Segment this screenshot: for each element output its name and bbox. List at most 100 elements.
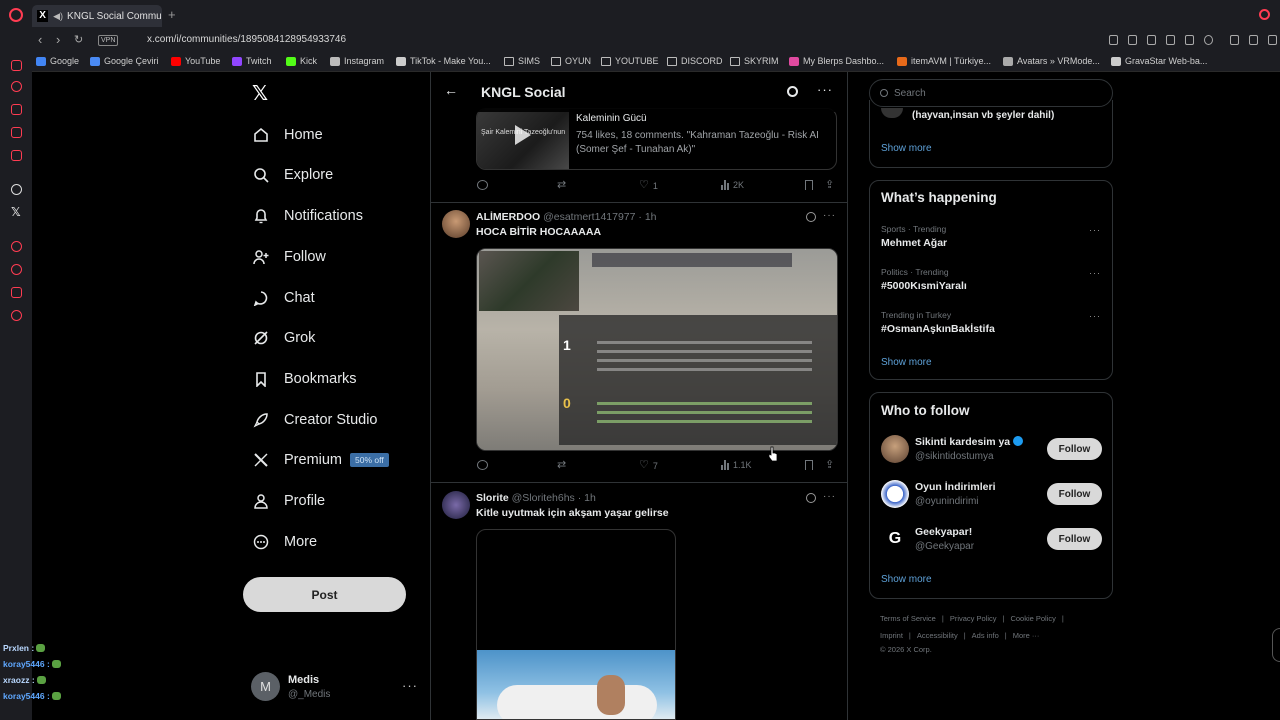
bookmark-page-icon[interactable] [1109,35,1118,45]
nav-item-follow[interactable]: Follow [252,245,326,269]
author-name[interactable]: ALİMERDOO [476,211,540,223]
bookmark-item[interactable]: YOUTUBE [601,56,659,66]
footer-link[interactable]: Imprint [880,631,903,640]
trend-name[interactable]: Mehmet Ağar [881,237,947,249]
sidebar-twitch-icon[interactable] [11,60,22,71]
snapshot-icon[interactable] [1128,35,1137,45]
account-more-icon[interactable]: ··· [402,678,418,693]
nav-item-grok[interactable]: Grok [252,326,315,350]
account-avatar[interactable]: M [251,672,280,701]
geekyapar-logo-icon[interactable]: G [881,525,909,553]
back-arrow-icon[interactable]: ← [444,83,458,97]
footer-link[interactable]: Privacy Policy [950,614,997,623]
nav-item-premium[interactable]: Premium 50% off [252,448,389,472]
play-icon[interactable] [515,125,531,145]
nav-item-profile[interactable]: Profile [252,489,325,513]
back-nav-icon[interactable]: ‹ [38,33,42,47]
suggestion-name[interactable]: Sikinti kardesim ya [915,436,1024,448]
grok-icon[interactable] [806,212,816,222]
bookmark-item[interactable]: GravaStar Web-ba... [1111,56,1207,66]
trend-name[interactable]: #OsmanAşkınBakİstifa [881,323,995,335]
side-panel-handle[interactable] [1272,628,1280,662]
bookmark-item[interactable]: OYUN [551,56,591,66]
footer-link[interactable]: Accessibility [917,631,958,640]
author-name[interactable]: Slorite [476,492,509,504]
nav-item-home[interactable]: Home [252,123,323,147]
sidebar-x-icon[interactable]: 𝕏 [11,206,21,218]
reload-icon[interactable]: ↻ [74,33,83,47]
new-tab-button[interactable]: + [168,8,176,21]
account-name[interactable]: Medis [288,674,319,686]
trend-more-icon[interactable]: ··· [1089,268,1101,278]
speaker-icon[interactable]: ◀) [53,11,63,22]
post-button[interactable]: Post [243,577,406,612]
show-more-link[interactable]: Show more [881,574,932,585]
follow-button[interactable]: Follow [1047,438,1102,460]
reply-button[interactable] [477,460,488,470]
sidebar-settings-icon[interactable] [11,310,22,321]
footer-link[interactable]: Terms of Service [880,614,936,623]
sidebar-chatgpt-icon[interactable] [11,184,22,195]
show-more-link[interactable]: Show more [881,143,932,154]
bookmark-item[interactable]: Google [36,56,79,66]
tweet-author[interactable]: Slorite @Sloriteh6hs · 1h [476,492,596,504]
follow-button[interactable]: Follow [1047,483,1102,505]
sidebar-player-icon[interactable] [11,241,22,252]
footer-link[interactable]: Ads info [972,631,999,640]
extensions-icon[interactable] [1230,35,1239,45]
tweet-time[interactable]: · 1h [638,211,656,223]
tweet-video[interactable] [476,529,676,720]
tweet-author[interactable]: ALİMERDOO @esatmert1417977 · 1h [476,211,657,223]
show-more-link[interactable]: Show more [881,357,932,368]
avatar[interactable] [442,210,470,238]
nav-item-chat[interactable]: Chat [252,286,315,310]
nav-item-explore[interactable]: Explore [252,163,333,187]
trend-more-icon[interactable]: ··· [1089,311,1101,321]
trend-name[interactable]: #5000KısmiYaralı [881,280,967,292]
suggestion-name[interactable]: Oyun İndirimleri [915,481,996,493]
forward-nav-icon[interactable]: › [56,33,60,47]
x-logo-icon[interactable]: 𝕏 [252,84,268,104]
footer-link[interactable]: More ··· [1013,631,1040,640]
bookmark-item[interactable]: SKYRIM [730,56,779,66]
reply-button[interactable] [477,180,488,190]
sidebar-clock-icon[interactable] [11,264,22,275]
sidebar-note-icon[interactable] [11,127,22,138]
bookmark-item[interactable]: Kick [286,56,317,66]
footer-link[interactable]: Cookie Policy [1010,614,1055,623]
sidebar-history-icon[interactable] [11,81,22,92]
nav-item-creator-studio[interactable]: Creator Studio [252,408,378,432]
views-button[interactable]: 2K [721,180,744,190]
bookmark-button[interactable] [805,460,813,470]
sidebar-extension-icon[interactable] [11,287,22,298]
avatar[interactable] [881,435,909,463]
tweet-more-icon[interactable]: ··· [823,210,836,221]
nav-item-more[interactable]: More [252,530,317,554]
suggestion-name[interactable]: Geekyapar! [915,526,972,538]
translate-ext-icon[interactable] [1166,35,1175,45]
browser-tab-active[interactable]: X ◀) KNGL Social Communi [32,5,162,27]
bookmark-item[interactable]: YouTube [171,56,220,66]
bookmark-button[interactable] [805,180,813,190]
url-field[interactable]: x.com/i/communities/1895084128954933746 [147,34,346,45]
tweet-time[interactable]: · 1h [578,492,596,504]
bookmark-item[interactable]: TikTok - Make You... [396,56,491,66]
bookmark-item[interactable]: SIMS [504,56,540,66]
adblock-icon[interactable] [1147,35,1156,45]
nav-item-notifications[interactable]: Notifications [252,204,363,228]
bookmark-item[interactable]: Twitch [232,56,272,66]
bookmark-item[interactable]: Avatars » VRMode... [1003,56,1100,66]
like-button[interactable]: ♡ 7 [639,460,658,471]
community-search-icon[interactable] [787,86,798,97]
link-preview-card[interactable]: Şair Kalemini Tazeoğlu'nun Kaleminin Güc… [476,108,837,170]
sidebar-m-icon[interactable] [11,150,22,161]
share-button[interactable]: ⇪ [825,180,834,191]
bookmark-item[interactable]: Google Çeviri [90,56,159,66]
tweet-video[interactable]: 1 0 [476,248,838,451]
vpn-badge[interactable]: VPN [98,35,119,46]
repost-button[interactable]: ⇄ [557,180,566,191]
trend-more-icon[interactable]: ··· [1089,225,1101,235]
bookmark-item[interactable]: My Blerps Dashbo... [789,56,884,66]
nav-item-bookmarks[interactable]: Bookmarks [252,367,357,391]
avatar[interactable] [881,480,909,508]
